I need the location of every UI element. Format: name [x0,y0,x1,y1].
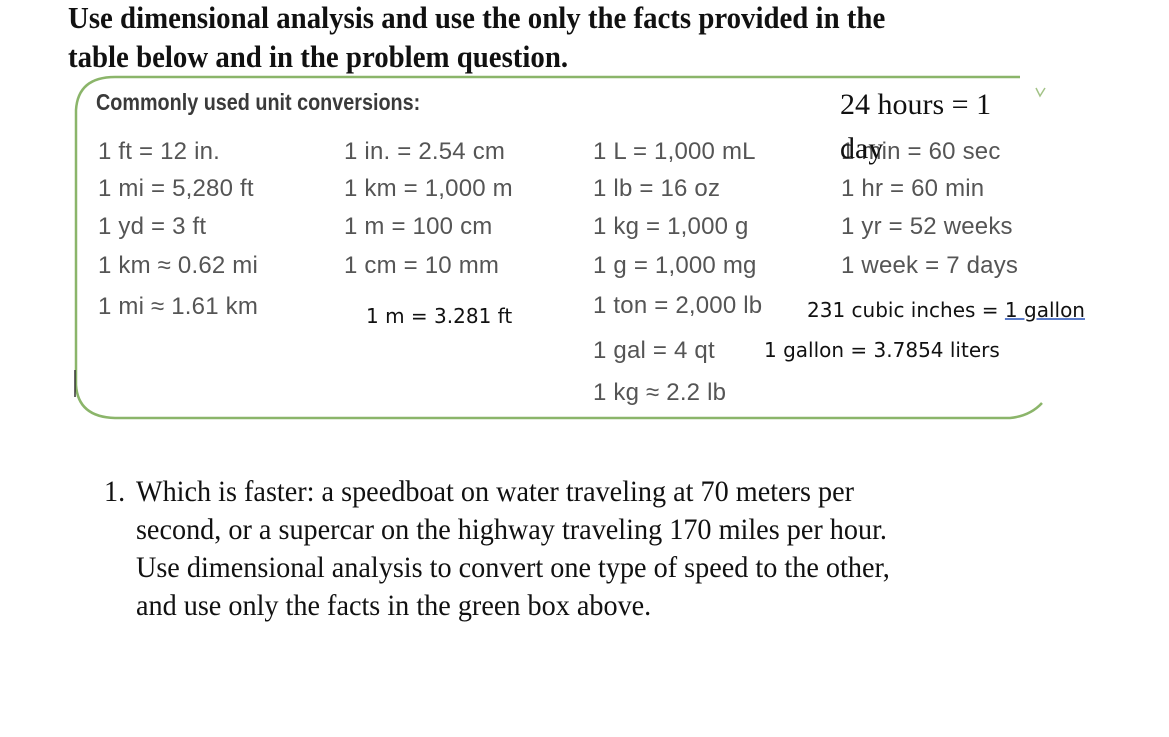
conversion-l-ml: 1 L = 1,000 mL [593,138,756,165]
note-cubic-inches-gallon: 231 cubic inches = 1 gallon [807,298,1085,322]
note-meter-feet: 1 m = 3.281 ft [366,304,513,328]
question-line-1: Which is faster: a speedboat on water tr… [135,475,855,508]
conversion-box-title: Commonly used unit conversions: [96,89,421,115]
conversion-lb-oz: 1 lb = 16 oz [593,175,721,202]
conversion-yd-ft: 1 yd = 3 ft [98,213,207,240]
question-line-2: second, or a supercar on the highway tra… [135,513,887,546]
conversion-cm-mm: 1 cm = 10 mm [344,252,500,279]
conversion-in-cm: 1 in. = 2.54 cm [344,138,506,165]
note-gallon-liters: 1 gallon = 3.7854 liters [764,338,1000,362]
note-cubic-inches-prefix: 231 cubic inches = [807,298,1005,322]
note-hours-day: 24 hours = 1 day [840,88,992,165]
conversion-mi-ft: 1 mi = 5,280 ft [98,175,254,202]
conversion-gal-qt: 1 gal = 4 qt [593,337,715,364]
question-number: 1. [104,475,126,508]
conversion-km-mi: 1 km ≈ 0.62 mi [98,252,259,279]
conversion-ton-lb-clip: 1 ton = 2,000 lb [593,288,801,322]
question-1: 1. Which is faster: a speedboat on water … [104,473,1006,625]
conversion-m-cm: 1 m = 100 cm [344,213,493,240]
conversion-hr-min: 1 hr = 60 min [841,175,985,202]
question-line-4: and use only the facts in the green box … [135,589,652,622]
conversion-km-m: 1 km = 1,000 m [344,175,513,202]
conversion-kg-g: 1 kg = 1,000 g [593,213,749,240]
conversion-mi-km: 1 mi ≈ 1.61 km [98,293,259,320]
question-line-3: Use dimensional analysis to convert one … [135,551,890,584]
conversion-week-days: 1 week = 7 days [841,252,1019,279]
conversion-ton-lb: 1 ton = 2,000 lb [593,292,763,319]
conversion-g-mg: 1 g = 1,000 mg [593,252,757,279]
conversion-ft-in: 1 ft = 12 in. [98,138,221,165]
note-cubic-inches-suffix: 1 gallon [1004,298,1085,322]
conversion-kg-lb: 1 kg ≈ 2.2 lb [593,379,727,406]
conversion-yr-weeks: 1 yr = 52 weeks [841,213,1013,240]
